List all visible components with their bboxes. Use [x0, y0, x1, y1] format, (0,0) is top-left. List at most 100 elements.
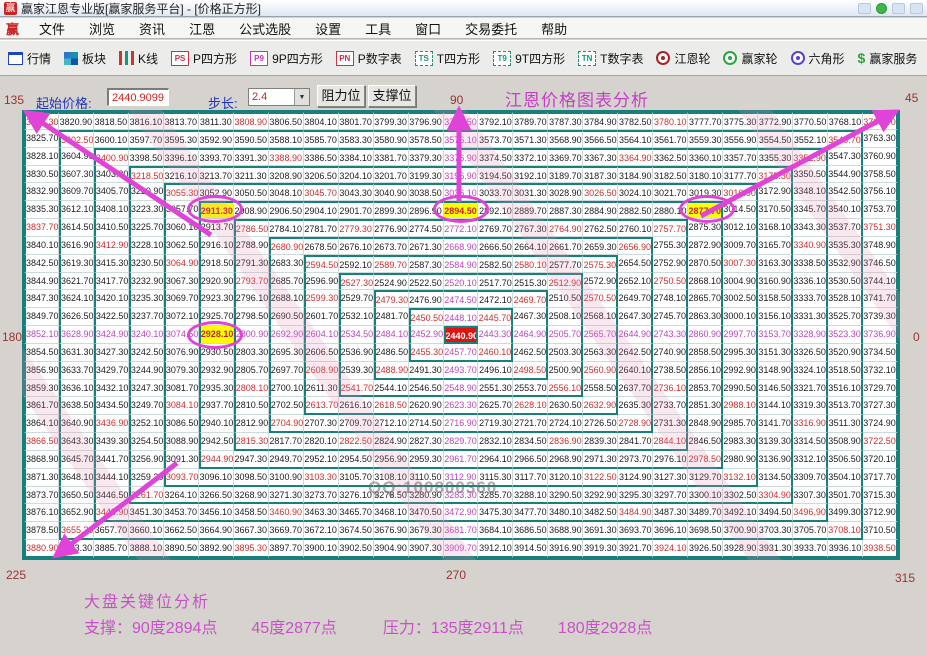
grid-cell: 3772.90 — [758, 112, 793, 130]
grid-cell: 3578.50 — [409, 130, 444, 148]
toolbar-item-六角形[interactable]: 六角形 — [791, 50, 845, 67]
close-button[interactable] — [910, 3, 923, 14]
grid-cell: 2575.30 — [583, 255, 618, 273]
menu-item-资讯[interactable]: 资讯 — [127, 17, 177, 40]
angle-label-225: 225 — [6, 568, 26, 582]
grid-cell: 3336.10 — [793, 273, 828, 291]
grid-cell: 3432.10 — [94, 380, 129, 398]
grid-cell: 3900.10 — [304, 540, 339, 558]
grid-cell: 3607.30 — [59, 166, 94, 184]
grid-cell: 2618.50 — [374, 397, 409, 415]
grid-cell: 2930.50 — [199, 344, 234, 362]
grid-cell: 3571.30 — [513, 130, 548, 148]
grid-cell: 2839.30 — [583, 433, 618, 451]
grid-cell: 2527.30 — [339, 273, 374, 291]
grid-cell: 3928.90 — [723, 540, 758, 558]
grid-cell: 2659.30 — [583, 237, 618, 255]
resistance-button[interactable]: 阻力位 — [317, 85, 365, 107]
grid-cell: 3319.30 — [793, 397, 828, 415]
grid-cell: 2906.50 — [269, 201, 304, 219]
grid-cell: 3487.30 — [653, 504, 688, 522]
grid-cell: 3525.70 — [828, 308, 863, 326]
key-level-text: 压力：135度2911点 — [383, 614, 524, 638]
grid-cell: 2937.70 — [199, 397, 234, 415]
toolbar-item-T数字表[interactable]: TNT数字表 — [578, 50, 643, 67]
grid-cell: 3163.30 — [758, 255, 793, 273]
grid-cell: 3242.50 — [129, 344, 164, 362]
menu-item-帮助[interactable]: 帮助 — [529, 17, 579, 40]
grid-cell: 3271.30 — [269, 487, 304, 505]
grid-cell: 3352.90 — [793, 148, 828, 166]
grid-cell: 3196.90 — [444, 166, 479, 184]
grid-cell: 2450.50 — [409, 308, 444, 326]
maximize-button[interactable] — [892, 3, 905, 14]
grid-cell: 2817.70 — [269, 433, 304, 451]
grid-cell: 2565.70 — [583, 326, 618, 344]
grid-cell: 2479.30 — [374, 290, 409, 308]
grid-cell: 2539.30 — [339, 362, 374, 380]
grid-cell: 3787.30 — [548, 112, 583, 130]
toolbar-item-江恩轮[interactable]: 江恩轮 — [656, 50, 710, 67]
grid-cell: 3559.30 — [688, 130, 723, 148]
toolbar-item-9T四方形[interactable]: T99T四方形 — [493, 50, 565, 67]
grid-cell: 2700.10 — [269, 380, 304, 398]
grid-cell: 3379.30 — [409, 148, 444, 166]
toolbar-item-赢家服务[interactable]: $赢家服务 — [858, 50, 918, 67]
grid-cell: 3050.50 — [234, 183, 269, 201]
grid-cell: 3938.50 — [863, 540, 898, 558]
menu-item-浏览[interactable]: 浏览 — [77, 17, 127, 40]
grid-cell: 2988.10 — [723, 397, 758, 415]
toolbar-item-行情[interactable]: 行情 — [8, 50, 51, 67]
app-window: { "window": { "title": "赢家江恩专业版[赢家服务平台] … — [0, 0, 927, 656]
grid-cell: 3345.70 — [793, 201, 828, 219]
grid-cell: 3660.10 — [129, 522, 164, 540]
toolbar-label: P数字表 — [358, 50, 402, 67]
grid-cell: 3208.90 — [269, 166, 304, 184]
toolbar-label: P四方形 — [193, 50, 237, 67]
grid-cell: 3912.10 — [478, 540, 513, 558]
PS-square-icon: PS — [171, 51, 189, 66]
menu-item-江恩[interactable]: 江恩 — [177, 17, 227, 40]
grid-cell: 2481.70 — [374, 308, 409, 326]
grid-cell: 3076.90 — [164, 344, 199, 362]
menu-item-设置[interactable]: 设置 — [303, 17, 353, 40]
menu-item-工具[interactable]: 工具 — [353, 17, 403, 40]
toolbar-item-9P四方形[interactable]: P99P四方形 — [250, 50, 323, 67]
menu-item-文件[interactable]: 文件 — [27, 17, 77, 40]
grid-cell: 2517.70 — [478, 273, 513, 291]
menu-item-交易委托[interactable]: 交易委托 — [453, 17, 529, 40]
grid-cell: 3218.50 — [129, 166, 164, 184]
toolbar-item-P数字表[interactable]: PNP数字表 — [336, 50, 402, 67]
grid-cell: 3662.50 — [164, 522, 199, 540]
toolbar: 行情板块 K线 PS P四方形 P99P四方形 PNP数字表 TST四方形 T99T四方形 TN… — [0, 40, 927, 76]
grid-cell: 3931.30 — [758, 540, 793, 558]
toolbar-item-板块[interactable]: 板块 — [64, 50, 106, 67]
quotes-table-icon — [8, 52, 23, 65]
menu-item-公式选股[interactable]: 公式选股 — [227, 17, 303, 40]
grid-cell: 2606.50 — [304, 344, 339, 362]
toolbar-item-T四方形[interactable]: TST四方形 — [415, 50, 480, 67]
toolbar-item-K线[interactable]: K线 — [119, 50, 158, 67]
step-select[interactable]: 2.4 ▼ — [248, 88, 310, 106]
start-price-input[interactable] — [107, 88, 169, 106]
toolbar-item-P四方形[interactable]: PS P四方形 — [171, 50, 237, 67]
grid-cell: 2892.10 — [478, 201, 513, 219]
grid-cell: 3700.90 — [723, 522, 758, 540]
grid-cell: 3199.30 — [409, 166, 444, 184]
support-button[interactable]: 支撑位 — [368, 85, 416, 107]
grid-cell: 2656.90 — [618, 237, 653, 255]
grid-cell: 3122.50 — [583, 469, 618, 487]
grid-cell: 3453.70 — [164, 504, 199, 522]
grid-cell: 2580.10 — [513, 255, 548, 273]
grid-cell: 3924.10 — [653, 540, 688, 558]
grid-cell: 2616.10 — [339, 397, 374, 415]
toolbar-item-赢家轮[interactable]: 赢家轮 — [723, 50, 777, 67]
chevron-down-icon[interactable]: ▼ — [294, 89, 309, 105]
grid-cell: 3048.10 — [269, 183, 304, 201]
menu-item-窗口[interactable]: 窗口 — [403, 17, 453, 40]
grid-cell: 3424.90 — [94, 326, 129, 344]
grid-cell: 2719.30 — [478, 415, 513, 433]
minimize-button[interactable] — [858, 3, 871, 14]
grid-cell: 2455.30 — [409, 344, 444, 362]
grid-cell: 2767.30 — [513, 219, 548, 237]
